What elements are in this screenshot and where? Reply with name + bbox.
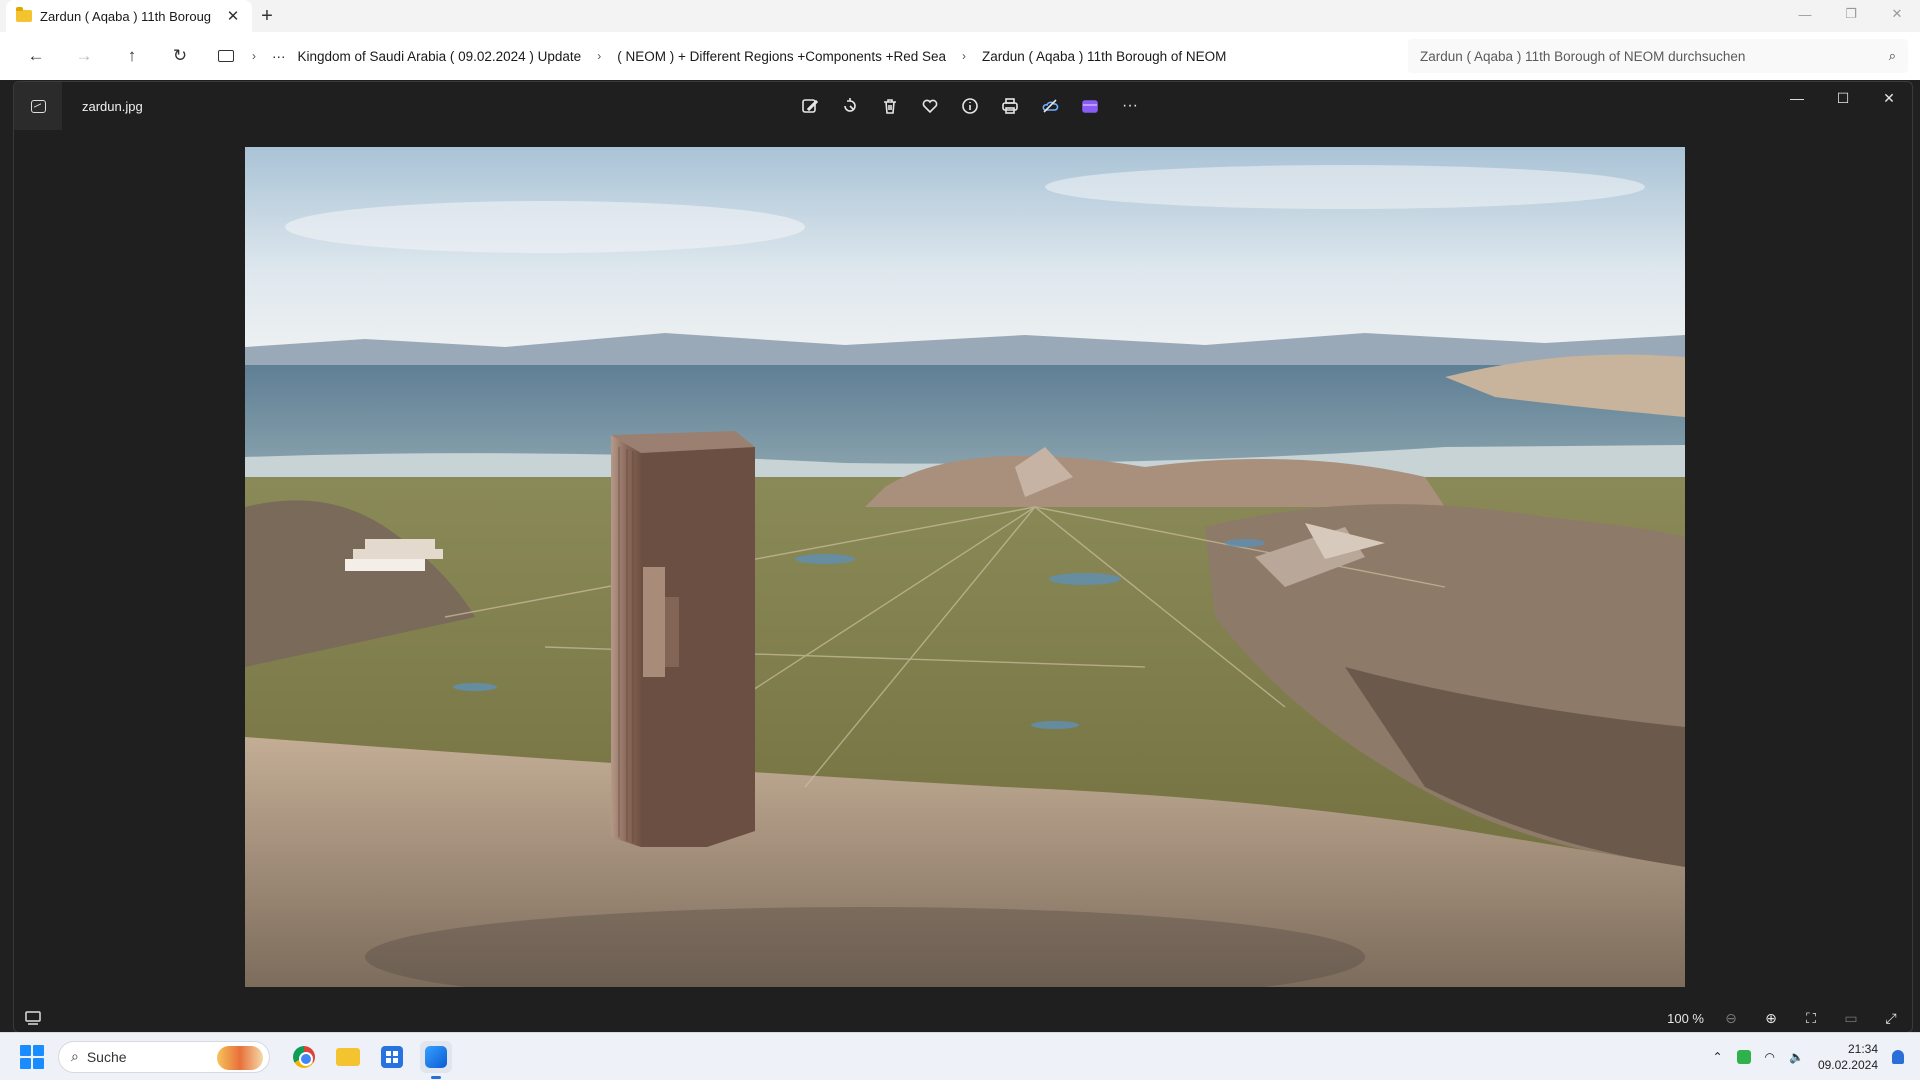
fit-to-window-icon[interactable]: ⛶ [1798, 1010, 1824, 1027]
fullscreen-icon[interactable]: ⤢ [1878, 1010, 1904, 1027]
breadcrumb-item[interactable]: ( NEOM ) + Different Regions +Components… [611, 49, 952, 64]
search-placeholder: Zardun ( Aqaba ) 11th Borough of NEOM du… [1420, 48, 1746, 64]
system-tray: ⌃ ◠ 🔈 21:34 09.02.2024 [1712, 1033, 1920, 1080]
taskbar-search[interactable]: ⌕ Suche [58, 1040, 270, 1073]
security-icon[interactable] [1736, 1050, 1751, 1064]
picture-icon [30, 99, 46, 113]
close-button[interactable]: ✕ [1874, 0, 1920, 28]
file-explorer-app[interactable] [332, 1041, 364, 1073]
up-button[interactable]: ↑ [108, 38, 156, 74]
zoom-in-icon[interactable]: ⊕ [1758, 1010, 1784, 1027]
clock-time: 21:34 [1847, 1042, 1878, 1056]
photos-viewer-window: zardun.jpg ··· — ☐ ✕ 100 % ⊖ ⊕ ⛶ ▭ ⤢ [13, 81, 1913, 1033]
tab-close-icon[interactable]: ✕ [224, 7, 242, 25]
windows-logo-tile [33, 1057, 44, 1069]
chevron-right-icon[interactable]: › [252, 49, 256, 63]
search-icon: ⌕ [71, 1048, 79, 1064]
notification-icon[interactable] [1892, 1050, 1904, 1064]
viewer-toolbar: ··· [794, 90, 1146, 122]
breadcrumb-more[interactable]: ··· [266, 49, 292, 64]
volume-icon[interactable]: 🔈 [1789, 1050, 1804, 1064]
viewer-footer: 100 % ⊖ ⊕ ⛶ ▭ ⤢ [14, 1004, 1912, 1032]
chevron-right-icon[interactable]: › [597, 49, 601, 63]
actual-size-icon[interactable]: ▭ [1838, 1010, 1864, 1027]
zoom-out-icon[interactable]: ⊖ [1718, 1010, 1744, 1027]
viewer-header: zardun.jpg ··· — ☐ ✕ [14, 82, 1912, 130]
clock-date: 09.02.2024 [1817, 1058, 1878, 1072]
landscape-image [245, 147, 1685, 987]
favorite-icon[interactable] [914, 90, 946, 122]
more-icon[interactable]: ··· [1114, 90, 1146, 122]
photos-app[interactable] [420, 1040, 452, 1079]
print-icon[interactable] [994, 90, 1026, 122]
new-tab-button[interactable]: + [252, 0, 282, 32]
photo-canvas[interactable] [245, 147, 1685, 987]
this-pc-icon[interactable] [218, 50, 234, 62]
clipchamp-icon[interactable] [1074, 90, 1106, 122]
edit-image-icon[interactable] [794, 90, 826, 122]
info-icon[interactable] [954, 90, 986, 122]
delete-icon[interactable] [874, 90, 906, 122]
explorer-titlebar: Zardun ( Aqaba ) 11th Boroug ✕ + — ❐ ✕ [0, 0, 1920, 32]
explorer-tab[interactable]: Zardun ( Aqaba ) 11th Boroug ✕ [6, 0, 252, 32]
chrome-icon [293, 1045, 315, 1068]
taskbar-apps [288, 1040, 452, 1079]
search-input[interactable]: Zardun ( Aqaba ) 11th Borough of NEOM du… [1408, 39, 1908, 73]
breadcrumb-item[interactable]: Kingdom of Saudi Arabia ( 09.02.2024 ) U… [292, 49, 588, 64]
tab-title: Zardun ( Aqaba ) 11th Boroug [40, 8, 212, 24]
photos-icon [425, 1045, 447, 1068]
windows-logo-tile [20, 1044, 31, 1056]
photos-app-icon[interactable] [14, 82, 62, 130]
explorer-addressbar: ← → ↑ ↻ › ··· Kingdom of Saudi Arabia ( … [0, 32, 1920, 80]
clock[interactable]: 21:34 09.02.2024 [1818, 1041, 1878, 1073]
minimize-button[interactable]: — [1782, 0, 1828, 28]
filmstrip-icon[interactable] [14, 1011, 52, 1025]
windows-logo-tile [20, 1057, 31, 1069]
store-app[interactable] [376, 1041, 408, 1073]
taskbar-search-label: Suche [86, 1048, 127, 1065]
store-icon [381, 1045, 403, 1068]
onedrive-icon[interactable] [1034, 90, 1066, 122]
back-button[interactable]: ← [12, 38, 60, 74]
breadcrumb[interactable]: › ··· Kingdom of Saudi Arabia ( 09.02.20… [210, 39, 1406, 73]
explorer-window-controls: — ❐ ✕ [1782, 0, 1920, 28]
refresh-button[interactable]: ↻ [156, 38, 204, 74]
restore-button[interactable]: ❐ [1828, 0, 1874, 28]
file-explorer-icon [336, 1047, 360, 1066]
taskbar: ⌕ Suche ⌃ ◠ 🔈 21:34 09.02.2024 [0, 1032, 1920, 1080]
file-name: zardun.jpg [82, 98, 143, 114]
breadcrumb-item[interactable]: Zardun ( Aqaba ) 11th Borough of NEOM [976, 49, 1232, 64]
start-button[interactable] [20, 1044, 44, 1069]
viewer-close-button[interactable]: ✕ [1866, 82, 1912, 114]
folder-icon [16, 7, 32, 22]
chevron-right-icon[interactable]: › [962, 49, 966, 63]
chrome-app[interactable] [288, 1041, 320, 1073]
tray-overflow-icon[interactable]: ⌃ [1712, 1050, 1722, 1064]
search-highlight-icon [217, 1045, 263, 1070]
forward-button[interactable]: → [60, 38, 108, 74]
search-icon: ⌕ [1888, 48, 1896, 63]
wifi-icon[interactable]: ◠ [1765, 1050, 1775, 1064]
rotate-icon[interactable] [834, 90, 866, 122]
viewer-maximize-button[interactable]: ☐ [1820, 82, 1866, 114]
zoom-controls: 100 % ⊖ ⊕ ⛶ ▭ ⤢ [1667, 1004, 1904, 1032]
zoom-level[interactable]: 100 % [1667, 1011, 1704, 1026]
viewer-window-controls: — ☐ ✕ [1774, 82, 1912, 114]
viewer-minimize-button[interactable]: — [1774, 82, 1820, 114]
windows-logo-tile [33, 1044, 44, 1056]
